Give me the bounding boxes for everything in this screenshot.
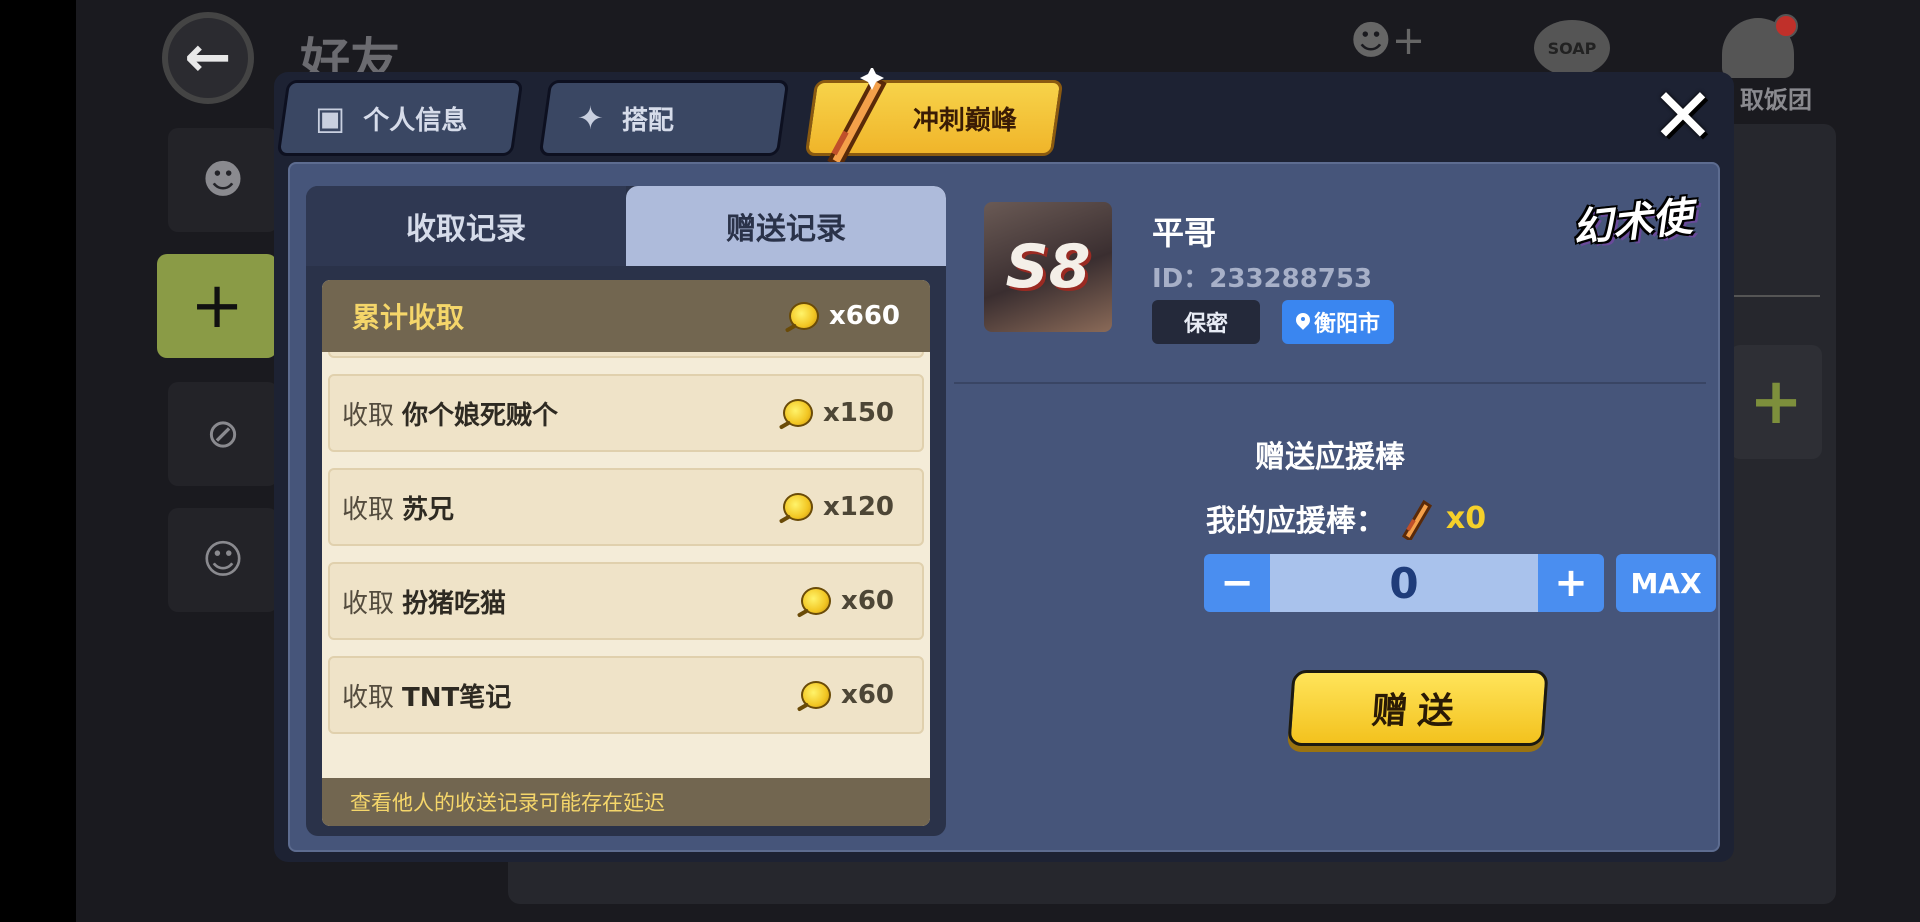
left-black-strip: [0, 0, 76, 922]
title-badge: 幻术使: [1570, 193, 1695, 253]
user-id: ID：233288753: [1152, 264, 1373, 294]
record-prefix: 收取: [342, 400, 395, 431]
avatar-text: S8: [1005, 232, 1091, 302]
plus-icon: +: [190, 269, 244, 343]
record-name: 扮猪吃猫: [402, 588, 507, 619]
record-name: TNT笔记: [402, 682, 512, 713]
divider: [1730, 295, 1820, 297]
avatar[interactable]: S8: [984, 202, 1112, 332]
tab-outfit[interactable]: ✦ 搭配: [538, 80, 790, 156]
my-sticks-label: 我的应援棒：: [1205, 504, 1386, 539]
decrement-button[interactable]: −: [1204, 554, 1270, 612]
record-amount: x60: [841, 586, 894, 616]
add-friend-icon[interactable]: ☻+: [1350, 18, 1425, 64]
cheer-stick-icon: [1401, 499, 1432, 540]
records-list[interactable]: 累计收取 x660 收取 你个娘死贼个 x150 收取 苏兄 x120 收取 扮…: [322, 280, 930, 826]
notification-badge: [1774, 14, 1798, 38]
total-received-label: 累计收取: [352, 301, 465, 334]
list-item: 收取 TNT笔记 x60: [328, 656, 924, 734]
privacy-tag: 保密: [1152, 300, 1260, 344]
cheer-coin-icon: [782, 399, 813, 427]
friends-icon: ☻: [202, 157, 244, 203]
tab-label: 个人信息: [363, 105, 468, 136]
record-prefix: 收取: [342, 588, 395, 619]
city-tag: 衡阳市: [1282, 300, 1394, 344]
sidebar-item-groups[interactable]: ☺: [168, 508, 278, 612]
my-cheer-sticks: 我的应援棒： x0: [970, 496, 1722, 540]
delay-note: 查看他人的收送记录可能存在延迟: [322, 778, 930, 826]
arrow-left-icon: ←: [184, 25, 232, 90]
close-button[interactable]: ✕: [1640, 70, 1726, 160]
plus-icon: +: [1749, 365, 1803, 439]
star-icon: ✦: [577, 99, 604, 137]
record-amount: x60: [841, 680, 894, 710]
cheer-stick-icon: [827, 68, 887, 168]
tab-sent-records[interactable]: 赠送记录: [626, 186, 946, 266]
gift-title: 赠送应援棒: [1255, 440, 1405, 475]
quantity-input[interactable]: 0: [1270, 554, 1538, 612]
record-rows: 收取 你个娘死贼个 x150 收取 苏兄 x120 收取 扮猪吃猫 x60 收取 TNT…: [328, 330, 924, 750]
back-button[interactable]: ←: [162, 12, 254, 104]
total-received-bar: 累计收取 x660: [322, 280, 930, 352]
cheer-coin-icon: [782, 493, 813, 521]
sidebar-item-friends[interactable]: ☻: [168, 128, 278, 232]
list-item: 收取 你个娘死贼个 x150: [328, 374, 924, 452]
profile-modal: ▣ 个人信息 ✦ 搭配 冲刺巅峰 ✕ 收取记录 赠送记录 累计收取 x660 收…: [274, 68, 1734, 862]
user-name: 平哥: [1152, 214, 1217, 252]
record-prefix: 收取: [342, 682, 395, 713]
my-sticks-count: x0: [1445, 500, 1487, 536]
sidebar-item-blocked[interactable]: ⊘: [168, 382, 278, 486]
list-item: 收取 扮猪吃猫 x60: [328, 562, 924, 640]
tab-label: 搭配: [621, 105, 674, 136]
total-received-amount: x660: [788, 301, 900, 331]
records-panel: 收取记录 赠送记录 累计收取 x660 收取 你个娘死贼个 x150 收取 苏兄…: [306, 186, 946, 836]
record-name: 你个娘死贼个: [402, 400, 559, 431]
add-button[interactable]: +: [1730, 345, 1822, 459]
sidebar-item-add[interactable]: +: [157, 254, 277, 358]
modal-content-panel: 收取记录 赠送记录 累计收取 x660 收取 你个娘死贼个 x150 收取 苏兄…: [288, 162, 1720, 852]
increment-button[interactable]: +: [1538, 554, 1604, 612]
amount-value: x660: [828, 301, 900, 331]
group-icon: ☺: [202, 537, 244, 583]
send-gift-button[interactable]: 赠送: [1287, 670, 1549, 746]
cheer-coin-icon: [801, 681, 832, 709]
quantity-stepper: − 0 + MAX: [1204, 554, 1716, 612]
cheer-coin-icon: [801, 587, 832, 615]
record-prefix: 收取: [342, 494, 395, 525]
tab-received-records[interactable]: 收取记录: [306, 186, 626, 266]
divider: [954, 382, 1706, 384]
record-name: 苏兄: [402, 494, 455, 525]
list-item: 收取 苏兄 x120: [328, 468, 924, 546]
record-amount: x120: [822, 492, 894, 522]
city-label: 衡阳市: [1313, 312, 1380, 337]
soap-icon[interactable]: SOAP: [1534, 20, 1610, 76]
id-card-icon: ▣: [315, 99, 346, 137]
location-pin-icon: [1296, 313, 1310, 331]
block-icon: ⊘: [206, 411, 240, 457]
close-icon: ✕: [1651, 70, 1715, 160]
rice-ball-label: 取饭团: [1740, 86, 1812, 114]
max-button[interactable]: MAX: [1616, 554, 1716, 612]
record-amount: x150: [822, 398, 894, 428]
tab-personal-info[interactable]: ▣ 个人信息: [276, 80, 524, 156]
tab-label: 冲刺巅峰: [913, 105, 1018, 136]
cheer-coin-icon: [788, 302, 819, 330]
